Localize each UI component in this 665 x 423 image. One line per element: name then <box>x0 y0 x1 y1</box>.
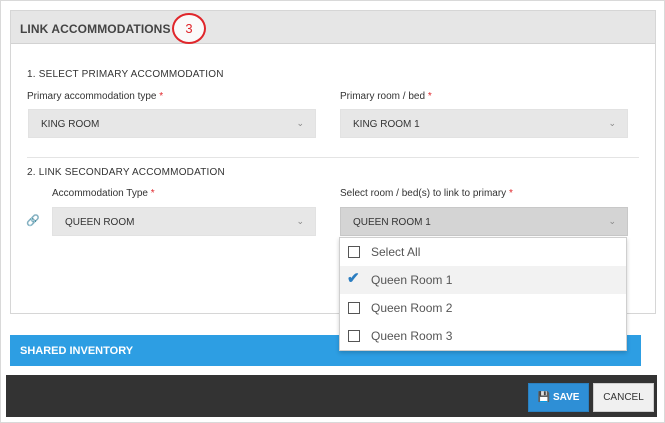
primary-room-label: Primary room / bed * <box>340 91 432 102</box>
section-divider <box>27 157 639 158</box>
option-label: Queen Room 3 <box>371 329 453 343</box>
required-marker: * <box>150 188 155 199</box>
section1-heading: 1. SELECT PRIMARY ACCOMMODATION <box>27 69 224 80</box>
shared-inventory-label: SHARED INVENTORY <box>20 345 134 357</box>
primary-type-select[interactable]: KING ROOM ⌄ <box>28 109 316 138</box>
chevron-down-icon: ⌄ <box>608 118 616 128</box>
primary-type-label-text: Primary accommodation type <box>27 91 157 102</box>
required-marker: * <box>508 188 513 199</box>
checkbox-icon[interactable] <box>348 302 360 314</box>
secondary-type-select[interactable]: QUEEN ROOM ⌄ <box>52 207 316 236</box>
room-multiselect-dropdown: Select All ✔ Queen Room 1 Queen Room 2 Q… <box>339 237 627 351</box>
chevron-down-icon: ⌄ <box>608 216 616 226</box>
section2-heading: 2. LINK SECONDARY ACCOMMODATION <box>27 167 225 178</box>
floppy-disk-icon: 💾 <box>537 392 550 403</box>
checkbox-icon[interactable] <box>348 246 360 258</box>
secondary-type-value: QUEEN ROOM <box>65 217 135 228</box>
primary-room-label-text: Primary room / bed <box>340 91 426 102</box>
secondary-type-label: Accommodation Type * <box>52 188 155 199</box>
primary-room-value: KING ROOM 1 <box>353 119 420 130</box>
required-marker: * <box>159 91 164 102</box>
chevron-down-icon: ⌄ <box>296 216 304 226</box>
secondary-room-select[interactable]: QUEEN ROOM 1 ⌄ <box>340 207 628 236</box>
required-marker: * <box>427 91 432 102</box>
dropdown-option-select-all[interactable]: Select All <box>340 238 626 266</box>
option-label: Queen Room 2 <box>371 301 453 315</box>
panel-header: LINK ACCOMMODATIONS 3 <box>11 11 655 44</box>
dropdown-option-queen-room-2[interactable]: Queen Room 2 <box>340 294 626 322</box>
save-button[interactable]: 💾 SAVE <box>528 383 589 412</box>
checkmark-icon[interactable]: ✔ <box>347 269 360 287</box>
panel-title: LINK ACCOMMODATIONS <box>20 22 171 36</box>
primary-type-label: Primary accommodation type * <box>27 91 163 102</box>
checkbox-icon[interactable] <box>348 330 360 342</box>
secondary-room-value: QUEEN ROOM 1 <box>353 217 431 228</box>
primary-room-select[interactable]: KING ROOM 1 ⌄ <box>340 109 628 138</box>
step-number-badge: 3 <box>172 13 206 44</box>
secondary-type-label-text: Accommodation Type <box>52 188 148 199</box>
save-button-label: SAVE <box>552 392 580 403</box>
link-icon: 🔗 <box>26 215 40 227</box>
primary-type-value: KING ROOM <box>41 119 100 130</box>
secondary-room-label-text: Select room / bed(s) to link to primary <box>340 188 507 199</box>
footer-bar: 💾 SAVE CANCEL <box>6 375 657 417</box>
dropdown-option-queen-room-1[interactable]: ✔ Queen Room 1 <box>340 266 626 294</box>
chevron-down-icon: ⌄ <box>296 118 304 128</box>
secondary-room-label: Select room / bed(s) to link to primary … <box>340 188 513 199</box>
option-label: Select All <box>371 245 421 259</box>
cancel-button[interactable]: CANCEL <box>593 383 654 412</box>
dropdown-option-queen-room-3[interactable]: Queen Room 3 <box>340 322 626 350</box>
option-label: Queen Room 1 <box>371 273 453 287</box>
